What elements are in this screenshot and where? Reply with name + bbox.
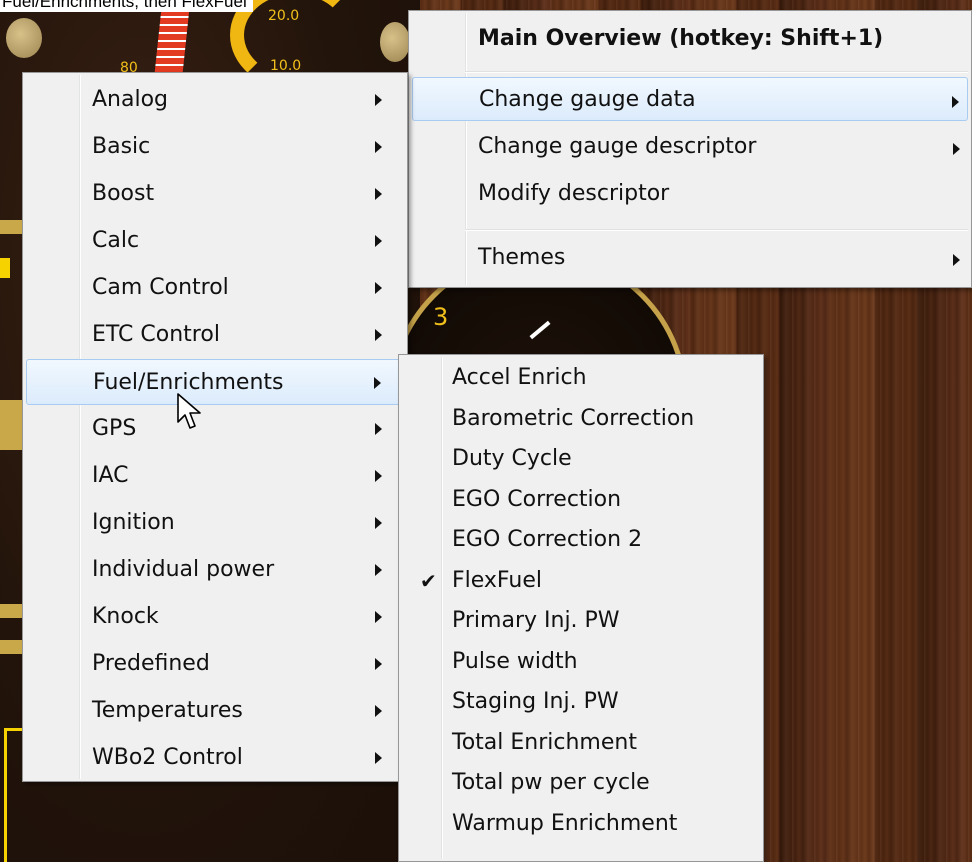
gauge-strip [0, 400, 22, 450]
menu-item-label: Analog [92, 87, 169, 112]
checkmark-icon: ✔ [420, 568, 437, 593]
submenu-arrow-icon [375, 658, 382, 670]
submenu-arrow-icon [375, 188, 382, 200]
menu-item-pulse-width[interactable]: Pulse width [402, 642, 760, 682]
submenu-arrow-icon [953, 254, 960, 266]
menu-item-label: Barometric Correction [452, 405, 695, 431]
menu-item-label: Warmup Enrichment [452, 810, 678, 836]
gauge-strip [0, 640, 22, 654]
menu-item-predefined[interactable]: Predefined [26, 641, 404, 687]
menu-item-boost[interactable]: Boost [26, 171, 404, 217]
menu-item-label: WBo2 Control [92, 745, 243, 770]
menu-item-label: EGO Correction [452, 486, 622, 512]
menu-item-label: Main Overview (hotkey: Shift+1) [478, 26, 884, 51]
menu-item-label: EGO Correction 2 [452, 527, 643, 552]
menu-item-label: Calc [92, 228, 140, 253]
menu-item-label: Total pw per cycle [452, 770, 650, 795]
menu-item-wbo2-control[interactable]: WBo2 Control [26, 735, 404, 781]
submenu-arrow-icon [375, 235, 382, 247]
submenu-arrow-icon [375, 517, 382, 529]
menu-item-cam-control[interactable]: Cam Control [26, 265, 404, 311]
menu-item-label: Individual power [92, 557, 275, 582]
menu-separator [465, 71, 968, 73]
menu-item-label: Total Enrichment [452, 729, 637, 755]
menu-item-temperatures[interactable]: Temperatures [26, 688, 404, 734]
submenu-arrow-icon [375, 752, 382, 764]
menu-item-calc[interactable]: Calc [26, 218, 404, 264]
menu-item-knock[interactable]: Knock [26, 594, 404, 640]
menu-item-ego-correction-2[interactable]: EGO Correction 2 [402, 520, 760, 560]
menu-item-label: Temperatures [92, 698, 243, 723]
menu-item-label: Primary Inj. PW [452, 608, 620, 633]
context-menu-main: Main Overview (hotkey: Shift+1) Change g… [408, 10, 972, 288]
menu-item-label: Cam Control [92, 275, 229, 300]
menu-item-change-gauge-descriptor[interactable]: Change gauge descriptor [412, 125, 968, 169]
menu-item-individual-power[interactable]: Individual power [26, 547, 404, 593]
submenu-arrow-icon [952, 96, 959, 108]
menu-item-label: IAC [92, 463, 129, 488]
menu-item-iac[interactable]: IAC [26, 453, 404, 499]
menu-item-etc-control[interactable]: ETC Control [26, 312, 404, 358]
submenu-arrow-icon [375, 329, 382, 341]
menu-item-gps[interactable]: GPS [26, 406, 404, 452]
menu-item-warmup-enrichment[interactable]: Warmup Enrichment [402, 804, 760, 844]
submenu-arrow-icon [375, 470, 382, 482]
menu-item-label: Basic [92, 134, 151, 159]
submenu-arrow-icon [375, 94, 382, 106]
menu-item-label: Predefined [92, 651, 210, 676]
submenu-arrow-icon [375, 611, 382, 623]
menu-item-label: Themes [478, 245, 566, 270]
gauge-knob [6, 18, 42, 58]
menu-separator [465, 229, 968, 231]
menu-item-label: Duty Cycle [452, 446, 572, 471]
submenu-arrow-icon [953, 143, 960, 155]
menu-item-primary-inj-pw[interactable]: Primary Inj. PW [402, 601, 760, 641]
menu-item-total-enrichment[interactable]: Total Enrichment [402, 723, 760, 763]
menu-item-label: FlexFuel [452, 567, 542, 593]
submenu-arrow-icon [375, 564, 382, 576]
menu-item-label: Ignition [92, 510, 175, 535]
menu-item-ego-correction[interactable]: EGO Correction [402, 480, 760, 520]
menu-item-label: Pulse width [452, 648, 578, 674]
menu-item-main-overview[interactable]: Main Overview (hotkey: Shift+1) [412, 17, 968, 61]
menu-item-themes[interactable]: Themes [412, 236, 968, 280]
submenu-arrow-icon [375, 282, 382, 294]
menu-item-ignition[interactable]: Ignition [26, 500, 404, 546]
submenu-arrow-icon [374, 377, 381, 389]
mouse-pointer-icon [177, 393, 201, 429]
menu-item-label: Accel Enrich [452, 365, 587, 390]
menu-item-label: Knock [92, 604, 159, 629]
gauge-knob [380, 22, 410, 62]
menu-item-fuel-enrichments[interactable]: Fuel/Enrichments [26, 359, 404, 405]
context-menu-fuel-enrichments: Accel Enrich Barometric Correction Duty … [398, 354, 764, 862]
submenu-arrow-icon [375, 141, 382, 153]
menu-item-label: Change gauge data [479, 87, 696, 112]
menu-item-label: GPS [92, 416, 137, 441]
submenu-arrow-icon [375, 705, 382, 717]
menu-item-barometric-correction[interactable]: Barometric Correction [402, 399, 760, 439]
menu-item-label: Change gauge descriptor [478, 134, 757, 159]
menu-item-change-gauge-data[interactable]: Change gauge data [412, 77, 968, 121]
gauge-label: 3 [433, 303, 449, 331]
menu-item-total-pw-per-cycle[interactable]: Total pw per cycle [402, 763, 760, 803]
gauge-frame [4, 728, 24, 862]
caption-text: Fuel/Enrichments, then FlexFuel [0, 0, 253, 12]
gauge-strip [0, 604, 22, 618]
gauge-strip [0, 220, 22, 234]
gauge-number: 20.0 [268, 8, 300, 24]
menu-item-label: Staging Inj. PW [452, 689, 619, 714]
menu-item-modify-descriptor[interactable]: Modify descriptor [412, 172, 968, 216]
menu-item-label: Boost [92, 181, 155, 206]
menu-item-flexfuel[interactable]: ✔ FlexFuel [402, 561, 760, 601]
submenu-arrow-icon [375, 423, 382, 435]
menu-item-label: Modify descriptor [478, 181, 670, 206]
menu-item-basic[interactable]: Basic [26, 124, 404, 170]
gauge-strip [0, 258, 10, 278]
menu-item-accel-enrich[interactable]: Accel Enrich [402, 358, 760, 398]
menu-item-staging-inj-pw[interactable]: Staging Inj. PW [402, 682, 760, 722]
context-menu-categories: Analog Basic Boost Calc Cam Control ETC … [22, 72, 408, 782]
menu-item-duty-cycle[interactable]: Duty Cycle [402, 439, 760, 479]
menu-item-analog[interactable]: Analog [26, 77, 404, 123]
menu-item-label: ETC Control [92, 322, 220, 347]
